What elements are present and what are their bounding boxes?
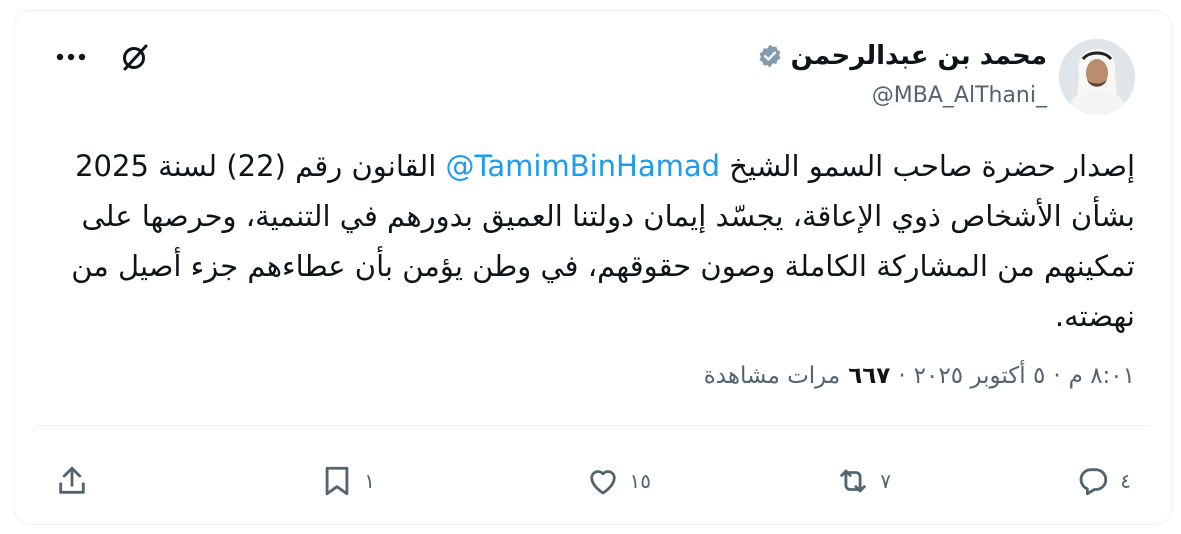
share-button[interactable] xyxy=(55,464,135,498)
more-icon[interactable] xyxy=(53,39,89,75)
verified-icon xyxy=(757,43,783,69)
reply-icon xyxy=(1079,468,1108,496)
tweet-time[interactable]: ٨:٠١ م xyxy=(1069,363,1135,389)
bookmark-button[interactable]: ١ xyxy=(320,464,400,498)
share-icon xyxy=(59,466,85,494)
like-count: ١٥ xyxy=(629,469,651,493)
divider xyxy=(35,425,1151,426)
tweet-date[interactable]: ٥ أكتوبر ٢٠٢٥ xyxy=(914,363,1046,389)
tweet-text-part-1: إصدار حضرة صاحب السمو الشيخ xyxy=(720,149,1135,183)
reply-count: ٤ xyxy=(1120,469,1131,493)
tweet-meta: ٨:٠١ م · ٥ أكتوبر ٢٠٢٥ · ٦٦٧ مرات مشاهدة xyxy=(704,363,1135,389)
author-handle[interactable]: @MBA_AlThani_ xyxy=(872,83,1047,108)
grok-icon[interactable] xyxy=(117,39,153,75)
meta-separator: · xyxy=(1053,363,1061,389)
views-label: مرات مشاهدة xyxy=(703,363,841,389)
action-bar: ١ ١٥ ٧ ٤ xyxy=(55,457,1131,505)
like-button[interactable]: ١٥ xyxy=(586,464,651,498)
tweet-text: إصدار حضرة صاحب السمو الشيخ @TamimBinHam… xyxy=(45,141,1135,341)
meta-separator: · xyxy=(898,363,906,389)
like-icon xyxy=(589,470,616,495)
avatar[interactable] xyxy=(1059,39,1135,115)
repost-count: ٧ xyxy=(880,469,891,493)
author-name[interactable]: محمد بن عبدالرحمن xyxy=(791,41,1047,71)
reply-button[interactable]: ٤ xyxy=(1076,464,1131,498)
repost-button[interactable]: ٧ xyxy=(836,464,891,498)
bookmark-icon xyxy=(325,466,349,496)
mention-link[interactable]: @TamimBinHamad xyxy=(445,149,720,183)
tweet-card: محمد بن عبدالرحمن @MBA_AlThani_ إصدار حض… xyxy=(14,10,1172,525)
bookmark-count: ١ xyxy=(364,469,375,493)
views-count: ٦٦٧ xyxy=(848,363,891,389)
author-name-row[interactable]: محمد بن عبدالرحمن xyxy=(757,41,1047,71)
tweet-top-actions xyxy=(53,39,153,75)
repost-icon xyxy=(840,469,866,493)
